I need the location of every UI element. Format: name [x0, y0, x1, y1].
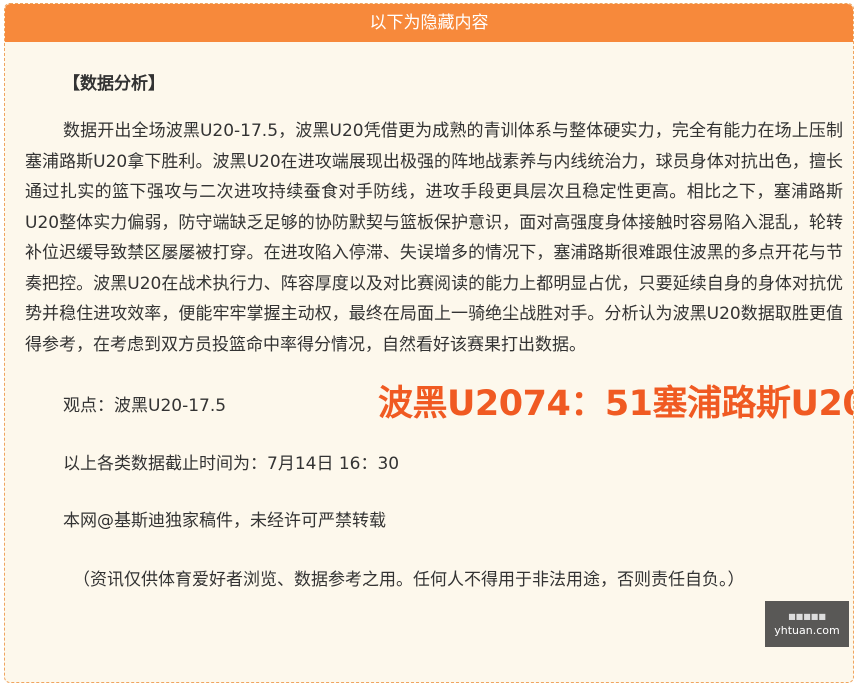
- article-content: 【数据分析】 数据开出全场波黑U20-17.5，波黑U20凭借更为成熟的青训体系…: [25, 42, 853, 596]
- analysis-paragraph: 数据开出全场波黑U20-17.5，波黑U20凭借更为成熟的青训体系与整体硬实力，…: [25, 121, 843, 355]
- panel-header: 以下为隐藏内容: [5, 4, 853, 42]
- disclaimer: （资讯仅供体育爱好者浏览、数据参考之用。任何人不得用于非法用途，否则责任自负。）: [73, 570, 745, 590]
- watermark-site: yhtuan.com: [774, 624, 840, 637]
- opinion-row: 观点：波黑U20-17.5 波黑U2074：51塞浦路斯U20: [25, 384, 853, 424]
- watermark-logo-text: ■■■■■: [788, 612, 826, 621]
- score-banner: 波黑U2074：51塞浦路斯U20: [378, 384, 854, 424]
- data-cutoff-time: 以上各类数据截止时间为：7月14日 16：30: [63, 454, 400, 474]
- site-watermark: ■■■■■ yhtuan.com: [765, 601, 849, 647]
- section-title: 【数据分析】: [63, 74, 165, 94]
- copyright-notice: 本网@基斯迪独家稿件，未经许可严禁转载: [63, 511, 386, 531]
- hidden-content-panel: 以下为隐藏内容 【数据分析】 数据开出全场波黑U20-17.5，波黑U20凭借更…: [4, 3, 854, 683]
